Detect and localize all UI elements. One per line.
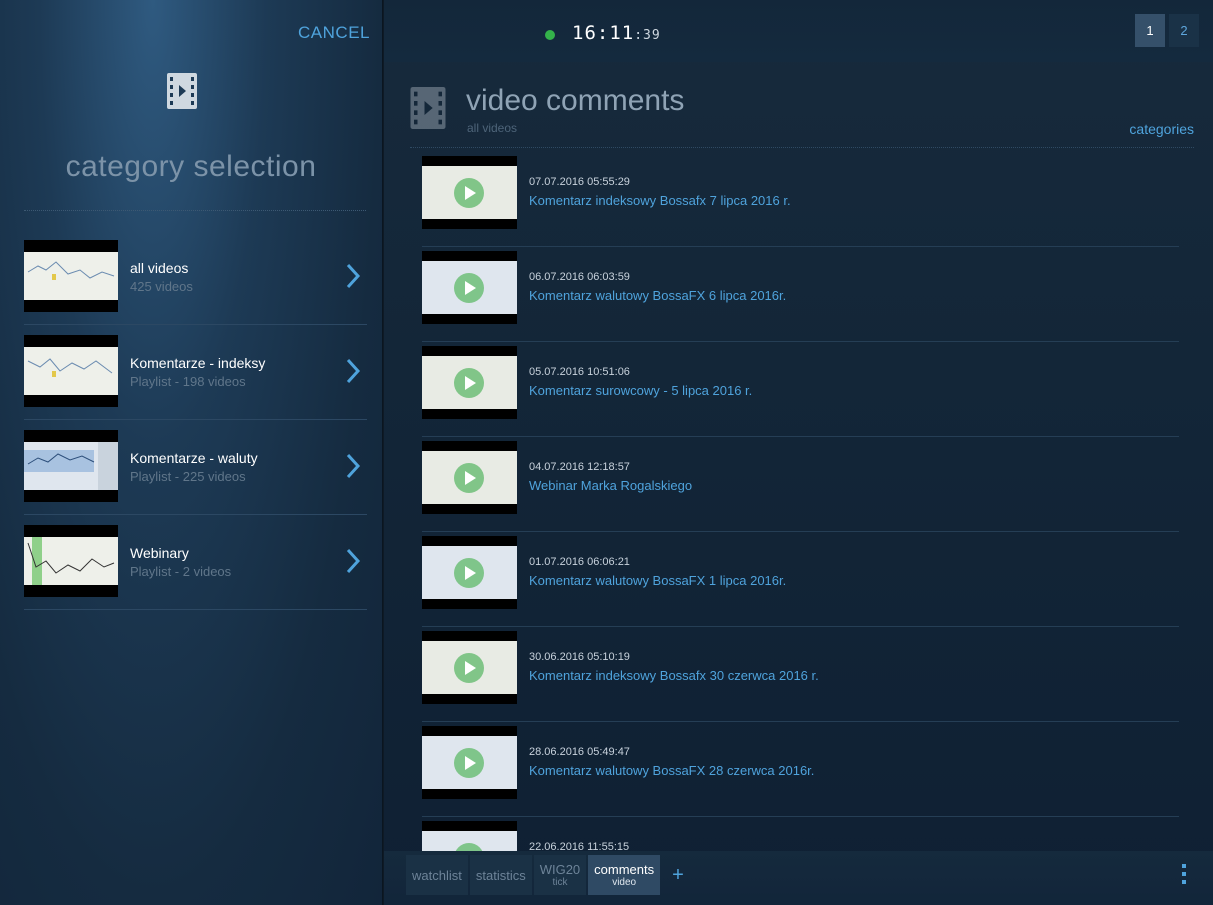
video-thumbnail bbox=[422, 631, 517, 704]
category-count: Playlist - 198 videos bbox=[130, 374, 246, 389]
chevron-right-icon bbox=[346, 453, 361, 479]
video-title: Komentarz indeksowy Bossafx 30 czerwca 2… bbox=[529, 668, 819, 683]
tab-wig20-tick[interactable]: WIG20 tick bbox=[533, 855, 587, 895]
film-icon bbox=[167, 73, 197, 109]
page-tab-2[interactable]: 2 bbox=[1169, 14, 1199, 47]
video-date: 30.06.2016 05:10:19 bbox=[529, 651, 630, 663]
play-icon bbox=[454, 178, 484, 208]
clock-seconds: :39 bbox=[634, 28, 661, 43]
category-thumbnail bbox=[24, 335, 118, 407]
video-item[interactable]: 01.07.2016 06:06:21 Komentarz walutowy B… bbox=[422, 532, 1179, 627]
tab-label: statistics bbox=[475, 867, 526, 883]
video-thumbnail bbox=[422, 156, 517, 229]
video-thumbnail bbox=[422, 441, 517, 514]
video-item[interactable]: 22.06.2016 11:55:15 bbox=[422, 817, 1179, 852]
play-icon bbox=[454, 463, 484, 493]
category-item-komentarze-indeksy[interactable]: Komentarze - indeksy Playlist - 198 vide… bbox=[24, 325, 367, 420]
video-date: 01.07.2016 06:06:21 bbox=[529, 556, 630, 568]
bottom-tab-bar: watchlist statistics WIG20 tick comments v… bbox=[384, 851, 1213, 905]
main-area: 16:11:39 1 2 video comments all videos c… bbox=[384, 0, 1213, 905]
category-panel: CANCEL category selection all videos 425… bbox=[0, 0, 383, 905]
page-switcher: 1 2 bbox=[1135, 14, 1199, 47]
video-thumbnail bbox=[422, 726, 517, 799]
video-item[interactable]: 30.06.2016 05:10:19 Komentarz indeksowy … bbox=[422, 627, 1179, 722]
video-title: Komentarz walutowy BossaFX 28 czerwca 20… bbox=[529, 763, 815, 778]
video-date: 28.06.2016 05:49:47 bbox=[529, 746, 630, 758]
video-item[interactable]: 05.07.2016 10:51:06 Komentarz surowcowy … bbox=[422, 342, 1179, 437]
category-thumbnail bbox=[24, 240, 118, 312]
panel-title: category selection bbox=[65, 150, 317, 183]
chevron-right-icon bbox=[346, 263, 361, 289]
connection-status-indicator bbox=[545, 30, 555, 40]
chevron-right-icon bbox=[346, 548, 361, 574]
video-date: 05.07.2016 10:51:06 bbox=[529, 366, 630, 378]
play-icon bbox=[454, 273, 484, 303]
video-date: 07.07.2016 05:55:29 bbox=[529, 176, 630, 188]
video-title: Komentarz surowcowy - 5 lipca 2016 r. bbox=[529, 383, 753, 398]
page-title: video comments bbox=[466, 84, 685, 117]
category-name: all videos bbox=[130, 260, 189, 276]
category-name: Komentarze - indeksy bbox=[130, 355, 266, 371]
category-list: all videos 425 videos Komentarze - indek… bbox=[0, 230, 383, 610]
clock-hours-minutes: 16:11 bbox=[572, 22, 635, 44]
divider bbox=[410, 147, 1194, 148]
tab-label: watchlist bbox=[412, 867, 462, 883]
add-tab-button[interactable]: + bbox=[662, 855, 694, 895]
category-name: Webinary bbox=[130, 545, 189, 561]
video-item[interactable]: 28.06.2016 05:49:47 Komentarz walutowy B… bbox=[422, 722, 1179, 817]
video-date: 04.07.2016 12:18:57 bbox=[529, 461, 630, 473]
more-options-icon[interactable] bbox=[1181, 864, 1187, 888]
play-icon bbox=[454, 748, 484, 778]
play-icon bbox=[454, 653, 484, 683]
video-title: Komentarz indeksowy Bossafx 7 lipca 2016… bbox=[529, 193, 791, 208]
video-thumbnail bbox=[422, 821, 517, 852]
categories-link[interactable]: categories bbox=[1129, 121, 1194, 137]
divider bbox=[24, 210, 366, 211]
video-thumbnail bbox=[422, 346, 517, 419]
top-bar: 16:11:39 1 2 bbox=[384, 0, 1213, 62]
video-thumbnail bbox=[422, 251, 517, 324]
tab-label: comments bbox=[594, 862, 655, 877]
play-icon bbox=[454, 558, 484, 588]
video-list: 07.07.2016 05:55:29 Komentarz indeksowy … bbox=[422, 152, 1179, 852]
tab-sublabel: video bbox=[612, 877, 637, 888]
category-thumbnail bbox=[24, 430, 118, 502]
tab-sublabel: tick bbox=[552, 877, 568, 888]
tab-comments-video[interactable]: comments video bbox=[588, 855, 661, 895]
page-subtitle: all videos bbox=[467, 121, 518, 135]
film-icon bbox=[410, 87, 446, 129]
category-item-all-videos[interactable]: all videos 425 videos bbox=[24, 230, 367, 325]
category-thumbnail bbox=[24, 525, 118, 597]
category-count: Playlist - 225 videos bbox=[130, 469, 246, 484]
video-item[interactable]: 07.07.2016 05:55:29 Komentarz indeksowy … bbox=[422, 152, 1179, 247]
video-title: Komentarz walutowy BossaFX 1 lipca 2016r… bbox=[529, 573, 787, 588]
category-count: Playlist - 2 videos bbox=[130, 564, 232, 579]
bottom-tabs: watchlist statistics WIG20 tick comments v… bbox=[406, 855, 694, 895]
chevron-right-icon bbox=[346, 358, 361, 384]
tab-watchlist[interactable]: watchlist bbox=[406, 855, 468, 895]
page-tab-1[interactable]: 1 bbox=[1135, 14, 1165, 47]
clock: 16:11:39 bbox=[572, 22, 661, 44]
video-item[interactable]: 04.07.2016 12:18:57 Webinar Marka Rogals… bbox=[422, 437, 1179, 532]
tab-statistics[interactable]: statistics bbox=[469, 855, 532, 895]
video-title: Komentarz walutowy BossaFX 6 lipca 2016r… bbox=[529, 288, 787, 303]
play-icon bbox=[454, 368, 484, 398]
cancel-button[interactable]: CANCEL bbox=[298, 23, 370, 43]
video-thumbnail bbox=[422, 536, 517, 609]
category-item-webinary[interactable]: Webinary Playlist - 2 videos bbox=[24, 515, 367, 610]
video-item[interactable]: 06.07.2016 06:03:59 Komentarz walutowy B… bbox=[422, 247, 1179, 342]
tab-label: WIG20 bbox=[539, 862, 581, 877]
category-item-komentarze-waluty[interactable]: Komentarze - waluty Playlist - 225 video… bbox=[24, 420, 367, 515]
category-name: Komentarze - waluty bbox=[130, 450, 258, 466]
video-title: Webinar Marka Rogalskiego bbox=[529, 478, 693, 493]
category-count: 425 videos bbox=[130, 279, 193, 294]
video-date: 06.07.2016 06:03:59 bbox=[529, 271, 630, 283]
